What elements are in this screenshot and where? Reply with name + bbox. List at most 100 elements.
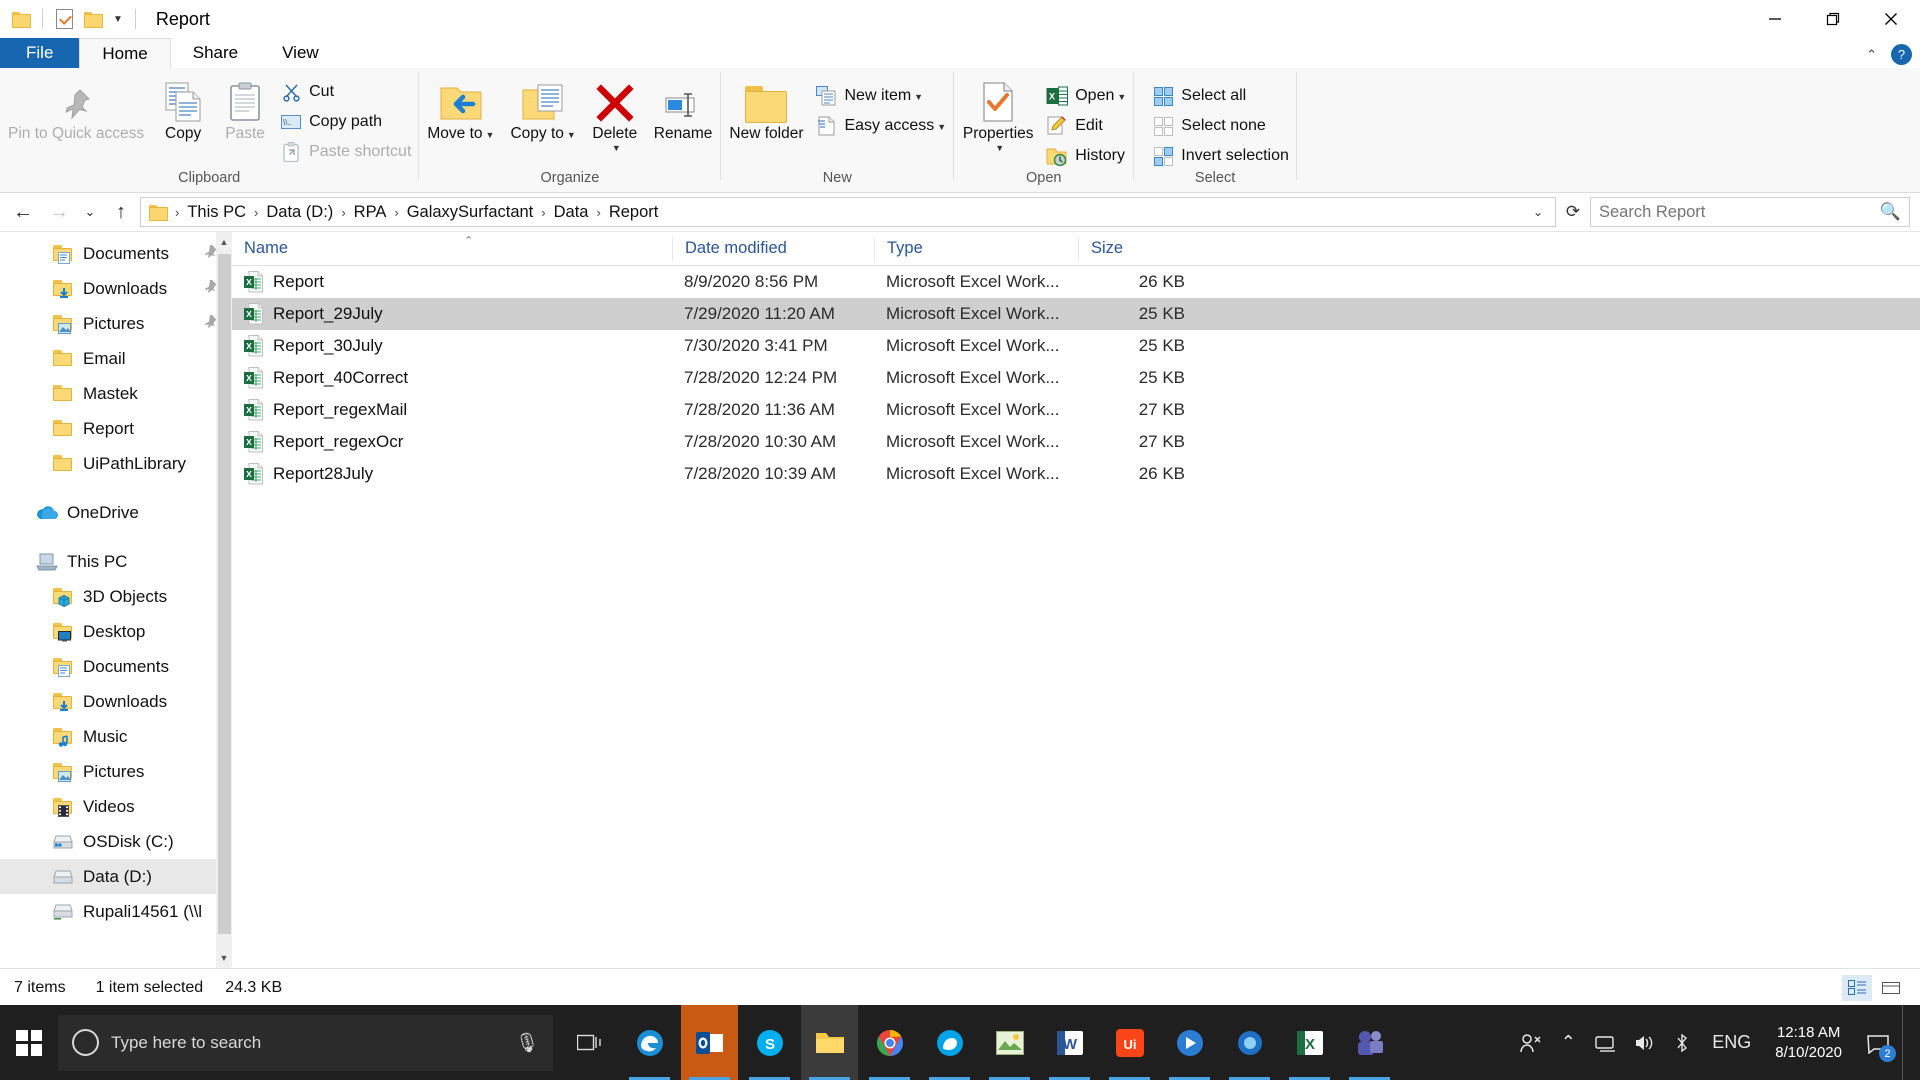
taskbar-search[interactable]: Type here to search 🎙 [58, 1014, 553, 1071]
bluetooth-icon[interactable] [1664, 1005, 1700, 1080]
show-desktop-button[interactable] [1902, 1005, 1912, 1080]
file-name-cell[interactable]: X Report_29July [232, 303, 672, 325]
clock[interactable]: 12:18 AM 8/10/2020 [1763, 1023, 1854, 1061]
refresh-icon[interactable]: ⟳ [1558, 197, 1588, 227]
file-name-cell[interactable]: X Report_regexOcr [232, 431, 672, 453]
nav-item-osdisk-c[interactable]: OSDisk (C:) [0, 824, 232, 859]
show-hidden-icons-icon[interactable]: ⌃ [1550, 1005, 1586, 1080]
volume-icon[interactable] [1626, 1005, 1662, 1080]
breadcrumb[interactable]: › This PC › Data (D:) › RPA › GalaxySurf… [140, 197, 1556, 227]
file-row[interactable]: X Report_regexOcr 7/28/2020 10:30 AM Micros… [232, 426, 1920, 458]
nav-item-music[interactable]: Music [0, 719, 232, 754]
edit-button[interactable]: Edit [1042, 112, 1133, 140]
taskbar-app-media-player[interactable] [1161, 1005, 1218, 1080]
tab-file[interactable]: File [0, 38, 80, 68]
properties-button[interactable]: Properties ▼ [954, 76, 1042, 155]
file-name-cell[interactable]: X Report [232, 271, 672, 293]
history-button[interactable]: History [1042, 142, 1133, 170]
column-header-size[interactable]: Size [1078, 236, 1203, 261]
language-indicator[interactable]: ENG [1702, 1005, 1761, 1080]
file-row[interactable]: X Report_30July 7/30/2020 3:41 PM Microsoft… [232, 330, 1920, 362]
open-button[interactable]: X Open ▼ [1042, 82, 1133, 110]
network-icon[interactable] [1588, 1005, 1624, 1080]
tab-view[interactable]: View [260, 38, 341, 68]
taskbar-app-photos[interactable] [981, 1005, 1038, 1080]
taskbar-app-skype[interactable]: S [741, 1005, 798, 1080]
nav-item-desktop[interactable]: Desktop [0, 614, 232, 649]
people-icon[interactable] [1512, 1005, 1548, 1080]
taskbar-app-firefox-dev[interactable] [921, 1005, 978, 1080]
details-view-button[interactable] [1842, 974, 1872, 1001]
paste-shortcut-button[interactable]: Paste shortcut [276, 138, 418, 166]
invert-selection-button[interactable]: Invert selection [1148, 142, 1296, 170]
cut-button[interactable]: Cut [276, 78, 418, 106]
nav-item-onedrive[interactable]: OneDrive [0, 495, 232, 530]
nav-item-pictures[interactable]: Pictures [0, 754, 232, 789]
file-row[interactable]: X Report28July 7/28/2020 10:39 AM Microsoft… [232, 458, 1920, 490]
file-row[interactable]: X Report 8/9/2020 8:56 PM Microsoft Excel W… [232, 266, 1920, 298]
file-row[interactable]: X Report_regexMail 7/28/2020 11:36 AM Micro… [232, 394, 1920, 426]
taskbar-app-file-explorer[interactable] [801, 1005, 858, 1080]
new-folder-icon[interactable] [82, 8, 104, 30]
file-name-cell[interactable]: X Report_regexMail [232, 399, 672, 421]
tab-home[interactable]: Home [79, 38, 171, 68]
copy-button[interactable]: Copy [152, 76, 214, 145]
chevron-down-icon[interactable]: ▼ [486, 130, 495, 140]
collapse-ribbon-icon[interactable]: ⌃ [1866, 47, 1877, 63]
select-none-button[interactable]: Select none [1148, 112, 1296, 140]
pin-to-quick-access-button[interactable]: Pin to Quick access [0, 76, 152, 145]
column-header-type[interactable]: Type [874, 236, 1078, 261]
notifications-button[interactable]: 2 [1856, 1005, 1900, 1080]
task-view-button[interactable] [561, 1005, 618, 1080]
nav-item-data-d[interactable]: Data (D:) [0, 859, 232, 894]
nav-scrollbar[interactable]: ▲ ▼ [216, 232, 232, 968]
chevron-down-icon[interactable]: ▼ [612, 143, 621, 153]
chevron-down-icon[interactable]: ▼ [1117, 92, 1126, 102]
file-name-cell[interactable]: X Report28July [232, 463, 672, 485]
back-arrow-icon[interactable]: ← [6, 196, 40, 228]
nav-item-report[interactable]: Report [0, 411, 232, 446]
scroll-up-icon[interactable]: ▲ [216, 232, 232, 252]
microphone-icon[interactable]: 🎙 [515, 1031, 539, 1055]
nav-item-documents[interactable]: Documents [0, 649, 232, 684]
taskbar-app-blue[interactable] [1221, 1005, 1278, 1080]
delete-button[interactable]: Delete ▼ [584, 76, 646, 155]
column-header-date-modified[interactable]: Date modified [672, 236, 874, 261]
breadcrumb-item-report[interactable]: Report [604, 201, 664, 224]
recent-locations-icon[interactable]: ⌄ [78, 196, 102, 228]
taskbar-app-edge[interactable] [621, 1005, 678, 1080]
search-input[interactable] [1599, 202, 1880, 222]
easy-access-button[interactable]: Easy access ▼ [811, 112, 953, 140]
taskbar-app-word[interactable]: W [1041, 1005, 1098, 1080]
forward-arrow-icon[interactable]: → [42, 196, 76, 228]
nav-item-downloads[interactable]: Downloads [0, 684, 232, 719]
breadcrumb-item-data[interactable]: Data [549, 201, 594, 224]
address-dropdown-icon[interactable]: ⌄ [1525, 205, 1551, 219]
tab-share[interactable]: Share [171, 38, 260, 68]
chevron-down-icon[interactable]: ▼ [914, 92, 923, 102]
nav-item-3d-objects[interactable]: 3D Objects [0, 579, 232, 614]
help-icon[interactable]: ? [1891, 44, 1912, 65]
taskbar-app-teams[interactable] [1341, 1005, 1398, 1080]
select-all-button[interactable]: Select all [1148, 82, 1296, 110]
breadcrumb-item-galaxysurfactant[interactable]: GalaxySurfactant [402, 201, 539, 224]
copy-path-button[interactable]: \\.. Copy path [276, 108, 418, 136]
taskbar-app-excel[interactable]: X [1281, 1005, 1338, 1080]
nav-item-this-pc[interactable]: This PC [0, 544, 232, 579]
chevron-down-icon[interactable]: ▼ [995, 143, 1004, 153]
explorer-folder-icon[interactable] [10, 8, 32, 30]
nav-item-videos[interactable]: Videos [0, 789, 232, 824]
nav-scroll-thumb[interactable] [218, 254, 231, 934]
customize-quick-access-caret-icon[interactable]: ▼ [111, 14, 125, 25]
paste-button[interactable]: Paste [214, 76, 276, 145]
copy-to-button[interactable]: Copy to ▼ [502, 76, 583, 145]
new-folder-button[interactable]: New folder [721, 76, 811, 145]
breadcrumb-item-data-d[interactable]: Data (D:) [261, 201, 338, 224]
column-header-name[interactable]: Name [232, 237, 672, 261]
chevron-down-icon[interactable]: ▼ [567, 130, 576, 140]
file-name-cell[interactable]: X Report_30July [232, 335, 672, 357]
file-name-cell[interactable]: X Report_40Correct [232, 367, 672, 389]
rename-button[interactable]: Rename [646, 76, 721, 145]
properties-icon[interactable] [53, 8, 75, 30]
restore-button[interactable] [1804, 0, 1862, 38]
